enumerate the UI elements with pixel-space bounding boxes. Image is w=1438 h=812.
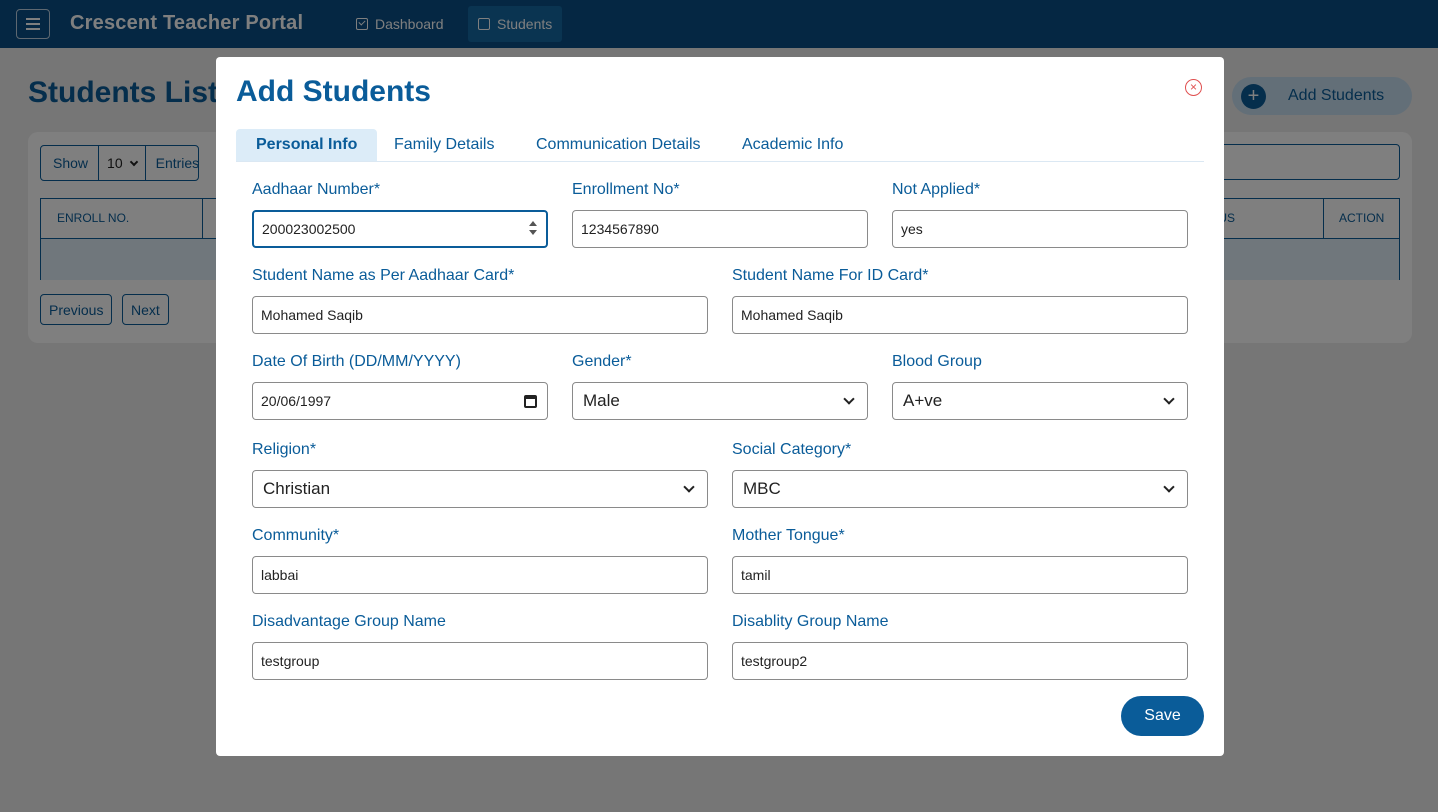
modal-title: Add Students: [236, 75, 431, 108]
community-input[interactable]: labbai: [252, 556, 708, 594]
calendar-icon[interactable]: [524, 395, 537, 408]
tab-communication-details[interactable]: Communication Details: [516, 129, 721, 161]
mother-tongue-input[interactable]: tamil: [732, 556, 1188, 594]
not-applied-label: Not Applied*: [892, 181, 981, 198]
number-stepper-icon[interactable]: [529, 221, 537, 235]
blood-group-value: A+ve: [903, 391, 943, 410]
not-applied-value: yes: [901, 221, 923, 237]
chevron-down-icon: [1163, 481, 1175, 493]
name-id-label: Student Name For ID Card*: [732, 267, 929, 284]
not-applied-input[interactable]: yes: [892, 210, 1188, 248]
dob-label: Date Of Birth (DD/MM/YYYY): [252, 353, 461, 370]
enrollment-no-input[interactable]: 1234567890: [572, 210, 868, 248]
enrollment-label: Enrollment No*: [572, 181, 680, 198]
mother-tongue-label: Mother Tongue*: [732, 527, 845, 544]
disability-group-input[interactable]: testgroup2: [732, 642, 1188, 680]
disability-group-label: Disablity Group Name: [732, 613, 889, 630]
name-id-value: Mohamed Saqib: [741, 307, 843, 323]
chevron-down-icon: [843, 393, 855, 405]
religion-select[interactable]: Christian: [252, 470, 708, 508]
aadhaar-label: Aadhaar Number*: [252, 181, 381, 198]
aadhaar-number-input[interactable]: 200023002500: [252, 210, 548, 248]
close-icon[interactable]: ×: [1185, 79, 1202, 96]
disadvantage-group-label: Disadvantage Group Name: [252, 613, 446, 630]
tab-family-details[interactable]: Family Details: [374, 129, 514, 161]
enrollment-value: 1234567890: [581, 221, 659, 237]
modal-tabs: Personal Info Family Details Communicati…: [236, 129, 1204, 162]
aadhaar-value: 200023002500: [262, 221, 356, 237]
student-name-aadhaar-input[interactable]: Mohamed Saqib: [252, 296, 708, 334]
disability-group-value: testgroup2: [741, 653, 808, 669]
social-category-label: Social Category*: [732, 441, 852, 458]
add-students-modal: Add Students × Personal Info Family Deta…: [216, 57, 1224, 756]
community-label: Community*: [252, 527, 340, 544]
tab-academic-info[interactable]: Academic Info: [722, 129, 863, 161]
chevron-down-icon: [1163, 393, 1175, 405]
social-category-select[interactable]: MBC: [732, 470, 1188, 508]
student-name-id-input[interactable]: Mohamed Saqib: [732, 296, 1188, 334]
community-value: labbai: [261, 567, 299, 583]
social-category-value: MBC: [743, 479, 781, 498]
gender-value: Male: [583, 391, 620, 410]
religion-value: Christian: [263, 479, 331, 498]
chevron-down-icon: [683, 481, 695, 493]
name-aadhaar-label: Student Name as Per Aadhaar Card*: [252, 267, 515, 284]
mother-tongue-value: tamil: [741, 567, 771, 583]
gender-label: Gender*: [572, 353, 632, 370]
gender-select[interactable]: Male: [572, 382, 868, 420]
dob-value: 20/06/1997: [261, 393, 332, 409]
disadvantage-group-input[interactable]: testgroup: [252, 642, 708, 680]
religion-label: Religion*: [252, 441, 317, 458]
disadvantage-group-value: testgroup: [261, 653, 320, 669]
save-button[interactable]: Save: [1121, 696, 1204, 736]
name-aadhaar-value: Mohamed Saqib: [261, 307, 363, 323]
date-of-birth-input[interactable]: 20/06/1997: [252, 382, 548, 420]
blood-group-select[interactable]: A+ve: [892, 382, 1188, 420]
tab-personal-info[interactable]: Personal Info: [236, 129, 378, 161]
blood-group-label: Blood Group: [892, 353, 982, 370]
